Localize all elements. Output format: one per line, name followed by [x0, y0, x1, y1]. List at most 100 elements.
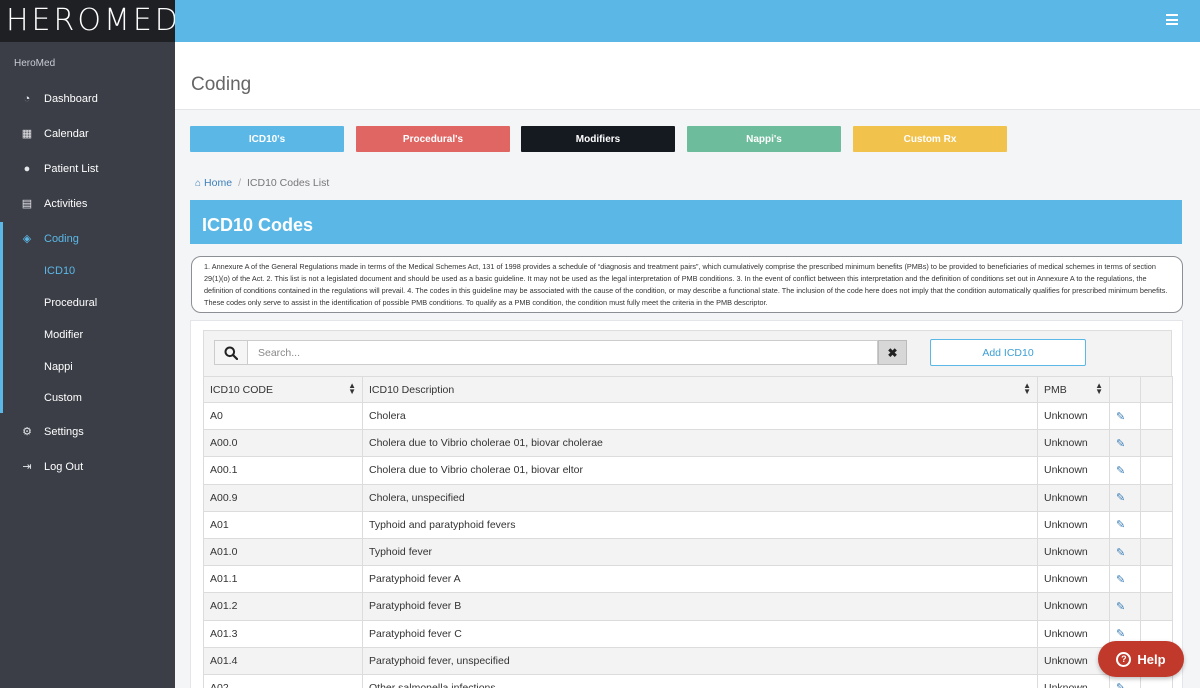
sidebar-item-activities[interactable]: ▤ Activities: [0, 186, 175, 221]
cell-description: Cholera: [362, 401, 1038, 431]
sidebar-item-label: Settings: [44, 425, 84, 438]
dashboard-icon: ◔: [23, 92, 31, 105]
sidebar-subitem-modifier[interactable]: Modifier: [0, 319, 175, 351]
cell-pmb: Unknown: [1037, 483, 1110, 512]
help-button[interactable]: ? Help: [1098, 641, 1184, 677]
edit-icon[interactable]: ✎: [1116, 438, 1125, 450]
breadcrumb-home[interactable]: ⌂ Home: [195, 177, 232, 189]
column-header-pmb[interactable]: PMB ▲ ▼: [1037, 376, 1110, 403]
sidebar-subitem-custom[interactable]: Custom: [0, 382, 175, 414]
cell-description: Paratyphoid fever C: [362, 619, 1038, 648]
column-header-extra: [1140, 376, 1173, 403]
sidebar-subitem-procedural[interactable]: Procedural: [0, 287, 175, 319]
table-row[interactable]: A01.4 Paratyphoid fever, unspecified Unkno…: [203, 646, 1173, 675]
page-header: Coding: [175, 42, 1200, 110]
table-row[interactable]: A0 Cholera Unknown ✎: [203, 401, 1173, 431]
sidebar-item-label: Calendar: [44, 127, 89, 140]
clear-search-button[interactable]: ✖: [878, 340, 907, 365]
cell-extra: [1140, 510, 1173, 539]
user-icon: ●: [23, 162, 31, 175]
cell-description: Typhoid fever: [362, 537, 1038, 567]
cell-code: A01.0: [203, 537, 363, 567]
top-bar: [175, 0, 1200, 42]
cell-extra: [1140, 483, 1173, 512]
sidebar-item-label: Activities: [44, 197, 88, 210]
sidebar-item-dashboard[interactable]: ◔ Dashboard: [0, 81, 175, 116]
cell-description: Paratyphoid fever B: [362, 592, 1038, 621]
edit-icon[interactable]: ✎: [1116, 574, 1125, 586]
question-icon: ?: [1116, 651, 1132, 667]
sidebar-item-logout[interactable]: ⇥ Log Out: [0, 449, 175, 484]
gear-icon: ⚙: [22, 426, 32, 438]
sidebar-subitem-nappi[interactable]: Nappi: [0, 351, 175, 383]
section-title: ICD10 Codes: [202, 215, 314, 235]
table-row[interactable]: A00.1 Cholera due to Vibrio cholerae 01, …: [203, 456, 1173, 485]
column-header-label: ICD10 CODE: [210, 383, 274, 396]
tab-modifiers[interactable]: Modifiers: [521, 126, 675, 152]
cell-code: A00.1: [203, 456, 363, 485]
close-icon: ✖: [887, 345, 898, 360]
logo[interactable]: HEROMED: [0, 0, 178, 42]
edit-icon[interactable]: ✎: [1116, 601, 1125, 613]
page-title: Coding: [191, 74, 252, 95]
pmb-disclaimer: 1. Annexure A of the General Regulations…: [191, 256, 1183, 313]
table-header-row: ICD10 CODE ▲ ▼ ICD10 Description ▲ ▼ PMB ▲ ▼: [203, 376, 1173, 403]
edit-icon[interactable]: ✎: [1116, 682, 1125, 688]
table-row[interactable]: A01 Typhoid and paratyphoid fevers Unknown…: [203, 510, 1173, 539]
edit-icon[interactable]: ✎: [1116, 411, 1125, 423]
edit-icon[interactable]: ✎: [1116, 519, 1125, 531]
edit-icon[interactable]: ✎: [1116, 492, 1125, 504]
cell-description: Cholera due to Vibrio cholerae 01, biova…: [362, 456, 1038, 485]
table-row[interactable]: A01.0 Typhoid fever Unknown ✎: [203, 537, 1173, 567]
section-banner: ICD10 Codes: [190, 200, 1182, 244]
cell-description: Paratyphoid fever, unspecified: [362, 646, 1038, 675]
table-row[interactable]: A00.0 Cholera due to Vibrio cholerae 01, …: [203, 429, 1173, 458]
sidebar-item-label: Patient List: [44, 162, 99, 175]
cell-pmb: Unknown: [1037, 456, 1110, 485]
calendar-icon: ▦: [21, 128, 33, 140]
table-row[interactable]: A01.3 Paratyphoid fever C Unknown ✎: [203, 619, 1173, 648]
brand-subtitle: HeroMed: [14, 58, 56, 69]
cell-extra: [1140, 456, 1173, 485]
cell-pmb: Unknown: [1037, 673, 1110, 688]
tab-custom-rx[interactable]: Custom Rx: [853, 126, 1007, 152]
tab-procedural[interactable]: Procedural's: [356, 126, 510, 152]
sidebar-item-coding[interactable]: ◈ Coding: [0, 221, 175, 256]
edit-icon[interactable]: ✎: [1116, 628, 1125, 640]
table-row[interactable]: A01.1 Paratyphoid fever A Unknown ✎: [203, 565, 1173, 594]
cell-code: A01.4: [203, 646, 363, 675]
edit-icon[interactable]: ✎: [1116, 465, 1125, 477]
tab-nappi[interactable]: Nappi's: [687, 126, 841, 152]
sidebar-item-settings[interactable]: ⚙ Settings: [0, 414, 175, 449]
cell-code: A00.9: [203, 483, 363, 512]
cell-pmb: Unknown: [1037, 429, 1110, 458]
help-label: Help: [1137, 651, 1166, 667]
column-header-edit: [1109, 376, 1141, 403]
sidebar-item-patient-list[interactable]: ● Patient List: [0, 151, 175, 186]
table-row[interactable]: A00.9 Cholera, unspecified Unknown ✎: [203, 483, 1173, 512]
sidebar-subitem-icd10[interactable]: ICD10: [0, 255, 175, 287]
logo-text: HEROMED: [6, 3, 181, 38]
search-button[interactable]: [214, 340, 248, 365]
cell-extra: [1140, 592, 1173, 621]
sidebar-item-label: Log Out: [44, 460, 84, 473]
column-header-description[interactable]: ICD10 Description ▲ ▼: [362, 376, 1038, 403]
tab-icd10[interactable]: ICD10's: [190, 126, 344, 152]
cell-code: A02: [203, 673, 363, 688]
add-icd10-button[interactable]: Add ICD10: [930, 339, 1086, 366]
table-row[interactable]: A02Other salmonella infectionsUnknown ✎: [203, 673, 1173, 688]
column-header-code[interactable]: ICD10 CODE ▲ ▼: [203, 376, 363, 403]
table-row[interactable]: A01.2 Paratyphoid fever B Unknown ✎: [203, 592, 1173, 621]
sidebar-item-calendar[interactable]: ▦ Calendar: [0, 116, 175, 151]
search-input[interactable]: [248, 340, 878, 365]
cell-pmb: Unknown: [1037, 510, 1110, 539]
edit-icon[interactable]: ✎: [1116, 547, 1125, 559]
cell-extra: [1140, 565, 1173, 594]
cell-pmb: Unknown: [1037, 619, 1110, 648]
cell-code: A01: [203, 510, 363, 539]
menu-icon[interactable]: [1166, 14, 1178, 25]
cell-description: Other salmonella infections: [362, 673, 1038, 688]
sidebar-item-label: Dashboard: [44, 92, 98, 105]
column-header-label: PMB: [1044, 383, 1067, 396]
logout-icon: ⇥: [22, 461, 32, 473]
